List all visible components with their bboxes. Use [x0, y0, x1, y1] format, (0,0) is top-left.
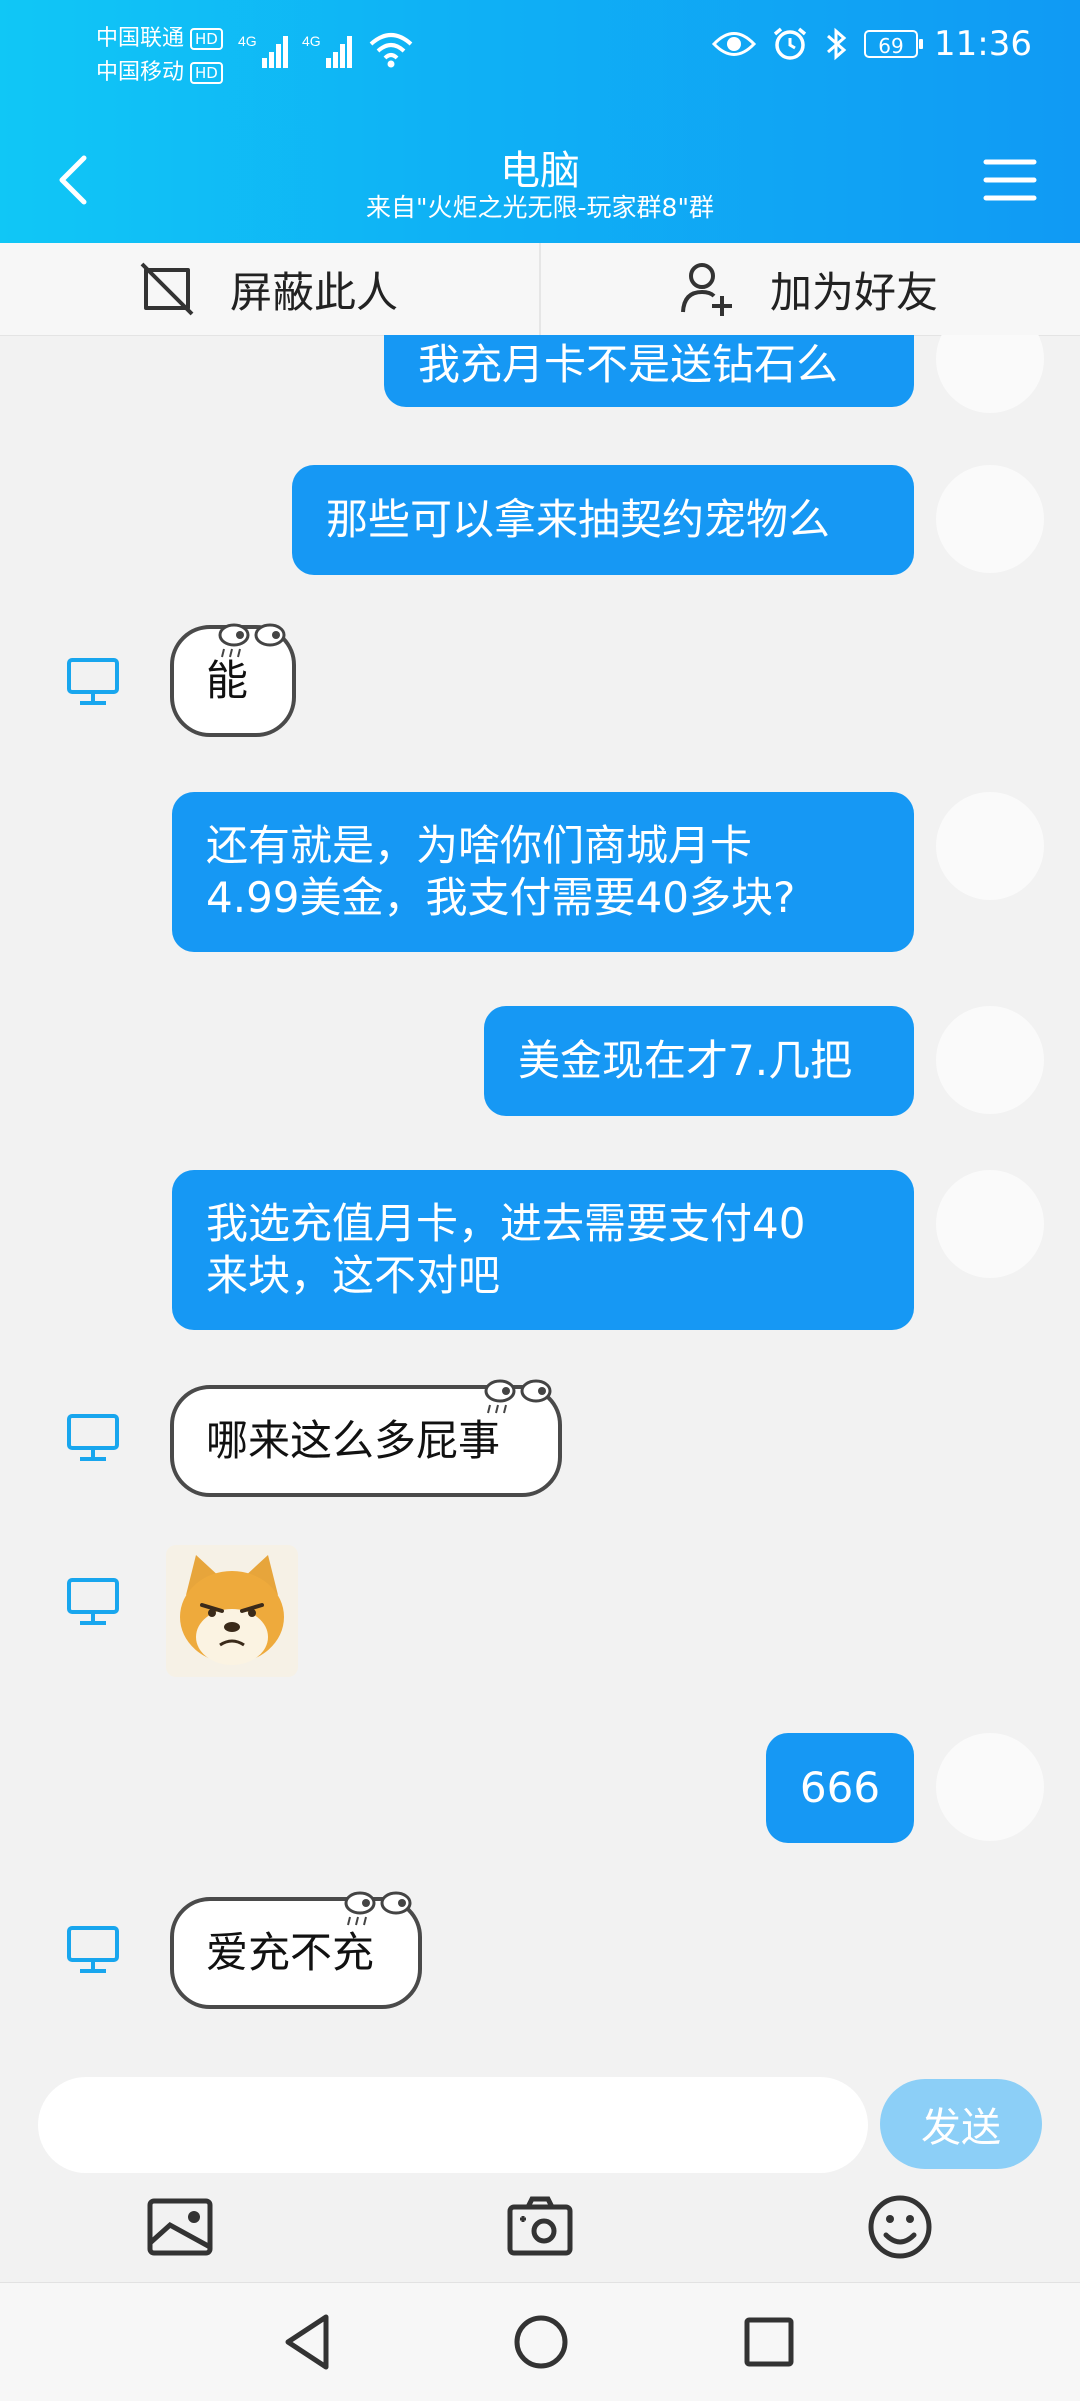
computer-icon — [67, 658, 119, 705]
block-user-button[interactable]: 屏蔽此人 — [138, 243, 398, 335]
avatar[interactable] — [936, 1006, 1044, 1114]
carrier-info: 中国联通 HD 中国移动 HD — [96, 22, 223, 90]
message-bubble-out[interactable]: 还有就是，为啥你们商城月卡 4.99美金，我支付需要40多块? — [172, 792, 914, 952]
message-text: 我充月卡不是送钻石么 — [418, 340, 839, 389]
eyes-decoration — [218, 623, 286, 658]
message-text: 哪来这么多屁事 — [206, 1416, 501, 1465]
action-bar: 屏蔽此人 加为好友 — [0, 243, 1080, 336]
input-area: 发送 — [0, 2055, 1080, 2280]
message-bubble-out[interactable]: 美金现在才7.几把 — [484, 1006, 914, 1116]
camera-icon[interactable] — [504, 2191, 576, 2263]
nav-home-icon[interactable] — [506, 2307, 576, 2377]
system-nav-bar — [0, 2282, 1080, 2401]
message-bubble-out[interactable]: 666 — [766, 1733, 914, 1843]
message-text: 美金现在才7.几把 — [518, 1036, 853, 1085]
chat-subtitle: 来自"火炬之光无限-玩家群8"群 — [366, 193, 714, 222]
avatar[interactable] — [936, 465, 1044, 573]
send-button[interactable]: 发送 — [880, 2079, 1042, 2169]
block-icon — [140, 262, 194, 316]
alarm-icon — [773, 27, 807, 60]
add-friend-button[interactable]: 加为好友 — [680, 243, 938, 335]
message-text: 那些可以拿来抽契约宠物么 — [326, 495, 831, 544]
signal-icon: 4G — [238, 33, 288, 68]
shiba-sticker[interactable] — [166, 1545, 298, 1677]
message-text: 来块，这不对吧 — [206, 1251, 501, 1300]
message-bubble-out[interactable]: 我选充值月卡，进去需要支付40 来块，这不对吧 — [172, 1170, 914, 1330]
message-input[interactable] — [38, 2077, 868, 2173]
divider — [539, 243, 541, 335]
hd-badge: HD — [190, 28, 223, 50]
message-text: 能 — [206, 656, 249, 705]
message-text: 爱充不充 — [206, 1928, 375, 1977]
net-label: 4G — [302, 33, 321, 49]
message-text: 4.99美金，我支付需要40多块? — [206, 873, 796, 922]
hd-badge: HD — [190, 62, 223, 84]
carrier-2: 中国移动 — [96, 60, 185, 85]
signal-icon: 4G — [302, 33, 352, 68]
message-bubble-out[interactable]: 那些可以拿来抽契约宠物么 — [292, 465, 914, 575]
message-list[interactable]: 我充月卡不是送钻石么 那些可以拿来抽契约宠物么 能 还有就是，为啥你们商城月卡 … — [0, 335, 1080, 2055]
computer-icon — [67, 1926, 119, 1973]
add-friend-label: 加为好友 — [770, 267, 939, 317]
computer-icon — [67, 1414, 119, 1461]
nav-back-icon[interactable] — [274, 2307, 344, 2377]
avatar[interactable] — [936, 335, 1044, 413]
status-right: 69 11:36 — [712, 24, 1032, 64]
menu-icon[interactable] — [978, 148, 1042, 212]
avatar[interactable] — [936, 1170, 1044, 1278]
net-label: 4G — [238, 33, 257, 49]
title-bar: 电脑 来自"火炬之光无限-玩家群8"群 — [0, 120, 1080, 243]
carrier-1: 中国联通 — [96, 26, 185, 51]
header: 中国联通 HD 中国移动 HD 4G 4G 69 11:36 电脑 来自"火炬之… — [0, 0, 1080, 243]
add-friend-icon — [681, 263, 732, 316]
message-text: 666 — [799, 1763, 881, 1812]
wifi-icon — [369, 33, 413, 68]
emoji-icon[interactable] — [864, 2191, 936, 2263]
image-picker-icon[interactable] — [144, 2191, 216, 2263]
avatar[interactable] — [936, 792, 1044, 900]
message-text: 还有就是，为啥你们商城月卡 — [206, 821, 753, 870]
block-user-label: 屏蔽此人 — [230, 267, 399, 317]
clock: 11:36 — [934, 24, 1032, 64]
eyes-decoration — [344, 1891, 412, 1926]
battery-icon: 69 — [864, 30, 924, 58]
bluetooth-icon — [827, 27, 847, 61]
eyes-decoration — [484, 1379, 552, 1414]
message-bubble-out[interactable]: 我充月卡不是送钻石么 — [384, 335, 914, 407]
avatar[interactable] — [936, 1733, 1044, 1841]
computer-icon — [67, 1578, 119, 1625]
message-text: 我选充值月卡，进去需要支付40 — [206, 1199, 806, 1248]
nav-recents-icon[interactable] — [734, 2307, 804, 2377]
status-bar: 中国联通 HD 中国移动 HD 4G 4G 69 11:36 — [0, 0, 1080, 110]
eye-icon — [712, 32, 757, 56]
